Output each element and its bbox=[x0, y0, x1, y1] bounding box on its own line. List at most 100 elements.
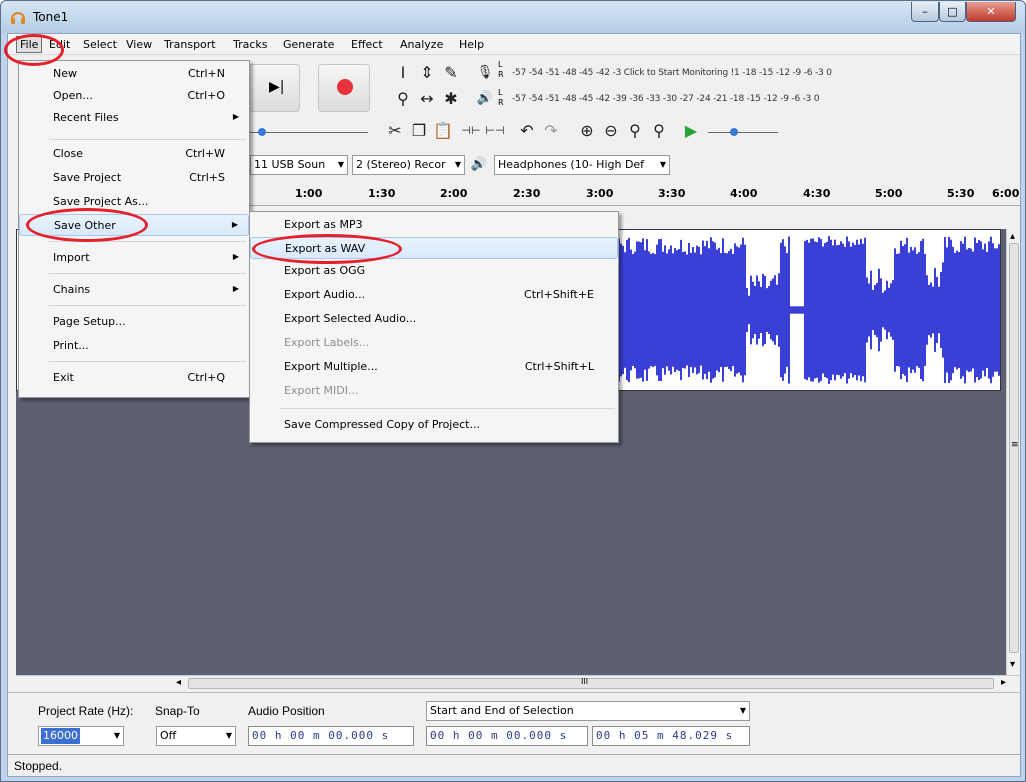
menu-item-import[interactable]: Import ▶ bbox=[19, 247, 249, 269]
close-button[interactable]: ✕ bbox=[966, 2, 1016, 22]
zoom-in-icon[interactable]: ⊕ bbox=[576, 120, 598, 142]
menu-item-label: Export as OGG bbox=[284, 264, 366, 277]
menu-item-exit[interactable]: Exit Ctrl+Q bbox=[19, 367, 249, 389]
ruler-tick: 2:30 bbox=[513, 187, 541, 200]
record-button[interactable] bbox=[318, 64, 370, 112]
undo-icon[interactable]: ↶ bbox=[516, 120, 538, 142]
scroll-right-icon[interactable]: ▸ bbox=[1001, 677, 1006, 688]
menu-generate[interactable]: Generate bbox=[280, 37, 337, 52]
skip-end-button[interactable]: ▶| bbox=[248, 64, 300, 112]
ruler-tick: 5:30 bbox=[947, 187, 975, 200]
speaker-icon[interactable]: 🔊 bbox=[474, 88, 496, 110]
timeshift-tool-icon[interactable]: ↔ bbox=[416, 88, 438, 110]
speed-slider[interactable] bbox=[708, 128, 778, 136]
selection-start-field[interactable]: 00 h 00 m 00.000 s bbox=[426, 726, 588, 746]
vertical-scroll-thumb[interactable]: ≡ bbox=[1009, 243, 1019, 653]
menu-tracks[interactable]: Tracks bbox=[230, 37, 271, 52]
ruler-tick: 1:30 bbox=[368, 187, 396, 200]
maximize-button[interactable]: □ bbox=[939, 2, 966, 22]
zoom-tool-icon[interactable]: ⚲ bbox=[392, 88, 414, 110]
redo-icon[interactable]: ↷ bbox=[540, 120, 562, 142]
vertical-scrollbar[interactable]: ▴ ≡ ▾ bbox=[1006, 229, 1020, 675]
menu-help[interactable]: Help bbox=[456, 37, 487, 52]
scroll-up-icon[interactable]: ▴ bbox=[1010, 231, 1015, 242]
selection-end-field[interactable]: 00 h 05 m 48.029 s bbox=[592, 726, 750, 746]
scroll-down-icon[interactable]: ▾ bbox=[1010, 659, 1015, 670]
menu-item-label: Print... bbox=[53, 339, 89, 352]
submenu-arrow-icon: ▶ bbox=[232, 112, 239, 121]
speed-slider-thumb[interactable] bbox=[730, 128, 738, 136]
input-device-select[interactable]: 11 USB Soun ▼ bbox=[250, 155, 348, 175]
play-at-speed-icon[interactable]: ▶ bbox=[680, 120, 702, 142]
input-device-label: 11 USB Soun bbox=[254, 158, 326, 171]
window-title: Tone1 bbox=[33, 10, 69, 24]
status-bar: Stopped. bbox=[8, 754, 1020, 776]
menu-transport[interactable]: Transport bbox=[161, 37, 219, 52]
copy-icon[interactable]: ❐ bbox=[408, 120, 430, 142]
fit-project-icon[interactable]: ⚲ bbox=[648, 120, 670, 142]
menu-item-label: Export Selected Audio... bbox=[284, 312, 417, 325]
envelope-tool-icon[interactable]: ⇕ bbox=[416, 62, 438, 84]
horizontal-scroll-thumb[interactable]: III bbox=[188, 677, 994, 689]
menu-item-label: Page Setup... bbox=[53, 315, 126, 328]
timeline-ruler[interactable]: 1:00 1:30 2:00 2:30 3:00 3:30 4:00 4:30 … bbox=[248, 184, 1020, 206]
status-text: Stopped. bbox=[14, 759, 63, 773]
menu-effect[interactable]: Effect bbox=[348, 37, 386, 52]
menu-item-print[interactable]: Print... bbox=[19, 335, 249, 357]
submenu-arrow-icon: ▶ bbox=[231, 220, 238, 229]
menu-item-label: Exit bbox=[53, 371, 74, 384]
output-device-select[interactable]: Headphones (10- High Def ▼ bbox=[494, 155, 670, 175]
audio-position-field[interactable]: 00 h 00 m 00.000 s bbox=[248, 726, 414, 746]
volume-slider-thumb[interactable] bbox=[258, 128, 266, 136]
menu-item-chains[interactable]: Chains ▶ bbox=[19, 279, 249, 301]
playback-meter[interactable]: -57 -54 -51 -48 -45 -42 -39 -36 -33 -30 … bbox=[512, 88, 972, 110]
menu-view[interactable]: View bbox=[123, 37, 155, 52]
menu-item-new[interactable]: New Ctrl+N bbox=[19, 63, 249, 85]
channels-select[interactable]: 2 (Stereo) Recor ▼ bbox=[352, 155, 465, 175]
menu-item-save-project[interactable]: Save Project Ctrl+S bbox=[19, 167, 249, 189]
meter-left-channel: L bbox=[498, 60, 503, 69]
trim-icon[interactable]: ⊣⊢ bbox=[460, 120, 482, 142]
silence-icon[interactable]: ⊢⊣ bbox=[484, 120, 506, 142]
menu-item-save-compressed-copy[interactable]: Save Compressed Copy of Project... bbox=[250, 414, 618, 436]
chevron-down-icon: ▼ bbox=[337, 160, 344, 169]
menu-item-recent-files[interactable]: Recent Files ▶ bbox=[19, 107, 249, 129]
snap-to-select[interactable]: Off ▼ bbox=[156, 726, 236, 746]
record-meter[interactable]: -57 -54 -51 -48 -45 -42 -3 Click to Star… bbox=[512, 62, 972, 84]
menu-item-close[interactable]: Close Ctrl+W bbox=[19, 143, 249, 165]
menu-item-export-audio[interactable]: Export Audio... Ctrl+Shift+E bbox=[250, 284, 618, 306]
selection-tool-icon[interactable]: I bbox=[392, 62, 414, 84]
menu-select[interactable]: Select bbox=[80, 37, 120, 52]
menu-item-label: New bbox=[53, 67, 77, 80]
project-rate-select[interactable]: 16000 ▼ bbox=[38, 726, 124, 746]
menu-item-export-labels: Export Labels... bbox=[250, 332, 618, 354]
menu-item-export-selected-audio[interactable]: Export Selected Audio... bbox=[250, 308, 618, 330]
ruler-tick: 3:30 bbox=[658, 187, 686, 200]
zoom-out-icon[interactable]: ⊖ bbox=[600, 120, 622, 142]
fit-selection-icon[interactable]: ⚲ bbox=[624, 120, 646, 142]
selection-mode-select[interactable]: Start and End of Selection ▼ bbox=[426, 701, 750, 721]
meter-right-channel: R bbox=[498, 70, 504, 79]
multi-tool-icon[interactable]: ✱ bbox=[440, 88, 462, 110]
menu-item-shortcut: Ctrl+Shift+L bbox=[524, 360, 594, 373]
menu-item-open[interactable]: Open... Ctrl+O bbox=[19, 85, 249, 107]
minimize-button[interactable]: – bbox=[911, 2, 939, 22]
menu-item-export-mp3[interactable]: Export as MP3 bbox=[250, 214, 618, 236]
title-bar[interactable]: Tone1 – □ ✕ bbox=[1, 1, 1025, 33]
menu-bar: File Edit Select View Transport Tracks G… bbox=[8, 34, 1020, 55]
menu-analyze[interactable]: Analyze bbox=[397, 37, 446, 52]
menu-item-page-setup[interactable]: Page Setup... bbox=[19, 311, 249, 333]
volume-slider[interactable] bbox=[248, 128, 368, 136]
scroll-left-icon[interactable]: ◂ bbox=[176, 677, 181, 688]
horizontal-scrollbar[interactable]: ◂ III ▸ bbox=[16, 675, 1020, 691]
menu-separator bbox=[49, 305, 246, 306]
paste-icon[interactable]: 📋 bbox=[432, 120, 454, 142]
ruler-tick: 1:00 bbox=[295, 187, 323, 200]
cut-icon[interactable]: ✂ bbox=[384, 120, 406, 142]
draw-tool-icon[interactable]: ✎ bbox=[440, 62, 462, 84]
menu-item-label: Export Multiple... bbox=[284, 360, 378, 373]
audio-position-label: Audio Position bbox=[248, 704, 325, 718]
project-rate-label: Project Rate (Hz): bbox=[38, 704, 134, 718]
menu-item-export-multiple[interactable]: Export Multiple... Ctrl+Shift+L bbox=[250, 356, 618, 378]
microphone-icon[interactable]: 🎙 bbox=[474, 62, 496, 84]
